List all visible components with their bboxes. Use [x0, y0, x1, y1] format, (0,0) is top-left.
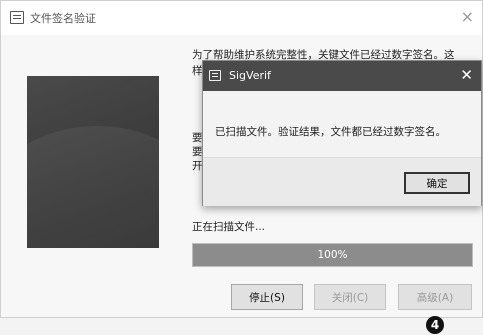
progress-percent: 100%: [317, 249, 348, 261]
advanced-button[interactable]: 高级(A): [398, 284, 472, 310]
step-number-badge: 4: [426, 316, 444, 334]
dialog-message: 已扫描文件。验证结果，文件都已经过数字签名。: [215, 126, 446, 138]
ok-button[interactable]: 确定: [404, 172, 470, 194]
obscured-line: 要: [192, 146, 203, 158]
sigverif-dialog: SigVerif ✕ 已扫描文件。验证结果，文件都已经过数字签名。 确定: [202, 60, 482, 206]
stop-button[interactable]: 停止(S): [231, 284, 303, 310]
dialog-title: SigVerif: [229, 69, 271, 82]
obscured-text: 要 要 开: [192, 131, 203, 173]
title-bar: 文件签名验证 ×: [1, 1, 482, 35]
dialog-title-bar: SigVerif ✕: [203, 61, 481, 91]
dialog-close-icon[interactable]: ✕: [460, 66, 473, 84]
dialog-footer: 确定: [203, 157, 481, 206]
scan-status-label: 正在扫描文件...: [192, 221, 266, 233]
obscured-line: 开: [192, 160, 203, 172]
window-title: 文件签名验证: [30, 12, 96, 25]
hero-image: [27, 76, 159, 248]
document-check-icon: [209, 70, 221, 81]
close-button[interactable]: 关闭(C): [314, 284, 386, 310]
close-icon[interactable]: ×: [461, 7, 474, 26]
scan-progress-bar: 100%: [192, 243, 473, 267]
document-check-icon: [10, 11, 24, 24]
obscured-line: 要: [192, 132, 203, 144]
